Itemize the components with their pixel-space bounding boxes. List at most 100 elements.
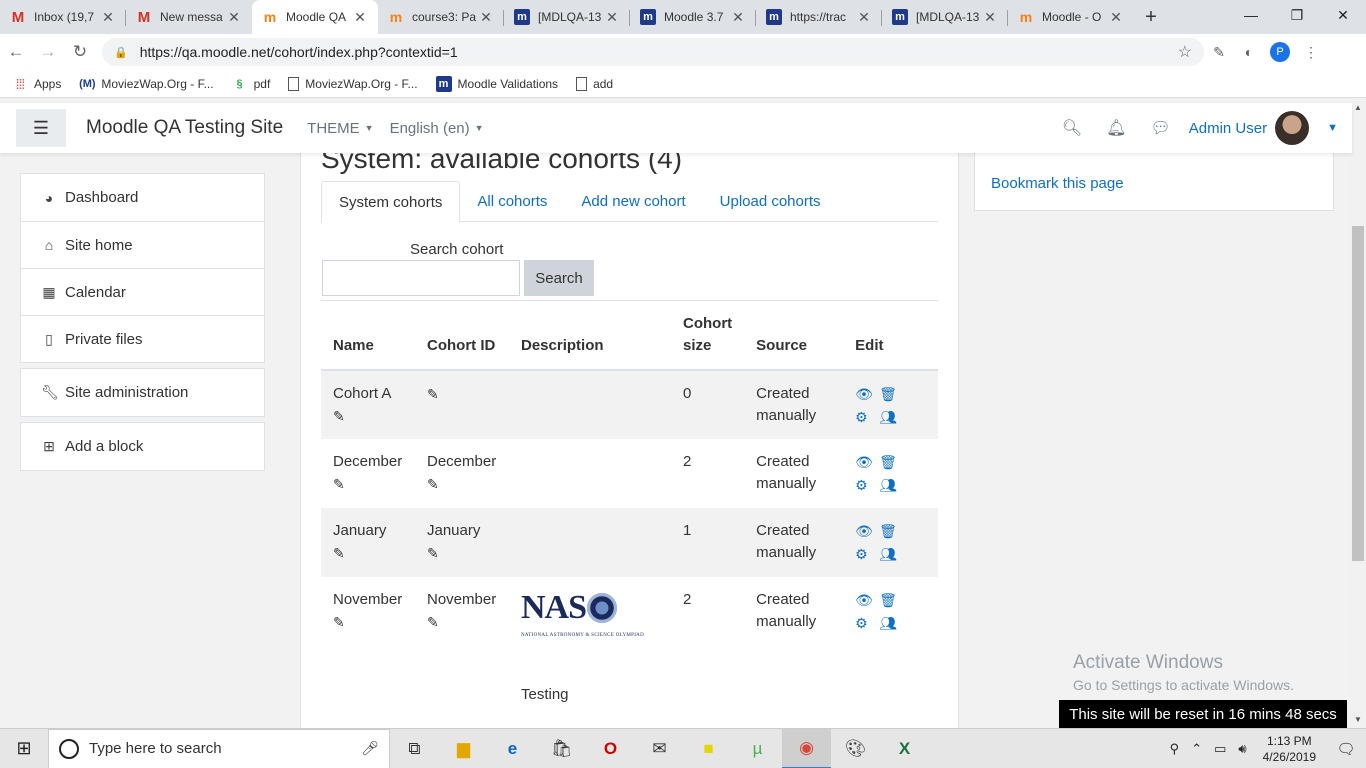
edit-pencil-icon[interactable]: ✎: [427, 542, 439, 564]
bookmark-moviezwap[interactable]: (M) MoviezWap.Org - F...: [79, 76, 214, 92]
battery-icon[interactable]: ▭: [1214, 741, 1226, 757]
bookmark-pdf[interactable]: § pdf: [232, 76, 271, 92]
eye-icon[interactable]: 👁︎: [855, 383, 879, 405]
users-icon[interactable]: 👥︎: [879, 474, 903, 496]
edit-pencil-icon[interactable]: ✎: [333, 542, 345, 564]
close-tab-icon[interactable]: ✕: [1108, 9, 1124, 26]
browser-tab[interactable]: M New messa ✕: [126, 0, 252, 34]
trash-icon[interactable]: 🗑︎: [879, 589, 903, 611]
close-tab-icon[interactable]: ✕: [478, 9, 494, 26]
edit-pencil-icon[interactable]: ✎: [333, 611, 345, 633]
sticky-notes-icon[interactable]: ■: [684, 729, 733, 768]
bookmark-this-page-link[interactable]: Bookmark this page: [991, 175, 1124, 192]
nav-item-private-files[interactable]: ▯ Private files: [21, 315, 264, 362]
bookmark-apps[interactable]: ⁞⁞⁞ Apps: [12, 76, 62, 92]
browser-tab-active[interactable]: m Moodle QA ✕: [252, 0, 378, 34]
back-icon[interactable]: ←: [0, 36, 32, 68]
mail-icon[interactable]: ✉: [635, 729, 684, 768]
paint-icon[interactable]: 🎨︎: [831, 729, 880, 768]
bookmark-add[interactable]: add: [576, 76, 613, 91]
close-tab-icon[interactable]: ✕: [856, 9, 872, 26]
users-icon[interactable]: 👥︎: [879, 612, 903, 634]
header-name[interactable]: Name: [321, 313, 415, 371]
edit-pencil-icon[interactable]: ✎: [427, 611, 439, 633]
browser-tab[interactable]: m Moodle - O ✕: [1008, 0, 1134, 34]
header-cohort-id[interactable]: Cohort ID: [415, 313, 509, 371]
trash-icon[interactable]: 🗑︎: [879, 520, 903, 542]
tab-system-cohorts[interactable]: System cohorts: [321, 181, 461, 223]
notification-icon[interactable]: 🗨︎: [1326, 740, 1366, 758]
forward-icon[interactable]: →: [32, 36, 64, 68]
browser-tab[interactable]: m [MDLQA-13 ✕: [882, 0, 1008, 34]
reload-icon[interactable]: ↻: [64, 36, 96, 68]
browser-tab[interactable]: m https://trac ✕: [756, 0, 882, 34]
edit-pencil-icon[interactable]: ✎: [333, 473, 345, 495]
chevron-up-icon[interactable]: ⌃: [1191, 741, 1202, 757]
close-tab-icon[interactable]: ✕: [226, 9, 242, 26]
browser-tab[interactable]: M Inbox (19,7 ✕: [0, 0, 126, 34]
edit-pencil-icon[interactable]: ✎: [333, 405, 345, 427]
eye-icon[interactable]: 👁︎: [855, 520, 879, 542]
clock[interactable]: 1:13 PM 4/26/2019: [1263, 733, 1316, 765]
opera-icon[interactable]: O: [586, 729, 635, 768]
store-icon[interactable]: 🛍︎: [537, 729, 586, 768]
browser-tab[interactable]: m [MDLQA-13 ✕: [504, 0, 630, 34]
theme-menu[interactable]: THEME ▼: [307, 120, 373, 137]
close-tab-icon[interactable]: ✕: [982, 9, 998, 26]
search-button[interactable]: Search: [524, 260, 594, 296]
volume-icon[interactable]: 🔊︎: [1238, 741, 1246, 757]
task-view-icon[interactable]: ⧉: [390, 729, 439, 768]
tab-add-new-cohort[interactable]: Add new cohort: [564, 181, 702, 222]
site-name[interactable]: Moodle QA Testing Site: [86, 117, 283, 139]
edge-icon[interactable]: e: [488, 729, 537, 768]
user-menu-caret-icon[interactable]: ▼: [1327, 122, 1338, 134]
close-window-icon[interactable]: ✕: [1320, 0, 1366, 30]
browser-tab[interactable]: m course3: Pa ✕: [378, 0, 504, 34]
extension-icon[interactable]: ◐: [1234, 37, 1264, 67]
browser-tab[interactable]: m Moodle 3.7 ✕: [630, 0, 756, 34]
gear-icon[interactable]: ⚙: [855, 612, 879, 634]
gear-icon[interactable]: ⚙: [855, 543, 879, 565]
trash-icon[interactable]: 🗑︎: [879, 383, 903, 405]
people-icon[interactable]: ⚲: [1170, 741, 1180, 757]
maximize-icon[interactable]: ❐: [1274, 0, 1320, 30]
close-tab-icon[interactable]: ✕: [730, 9, 746, 26]
users-icon[interactable]: 👥︎: [879, 406, 903, 428]
gear-icon[interactable]: ⚙: [855, 474, 879, 496]
language-menu[interactable]: English (en) ▼: [390, 120, 484, 137]
taskbar-search[interactable]: Type here to search 🎤︎: [48, 728, 390, 768]
close-tab-icon[interactable]: ✕: [100, 9, 116, 26]
chrome-icon[interactable]: ◉: [782, 728, 831, 768]
scroll-down-icon[interactable]: ▼: [1350, 712, 1366, 726]
nav-item-add-block[interactable]: ⊞ Add a block: [21, 423, 264, 470]
chrome-menu-icon[interactable]: ⋮: [1296, 37, 1326, 67]
bookmark-star-icon[interactable]: ☆: [1178, 42, 1192, 62]
close-tab-icon[interactable]: ✕: [604, 9, 620, 26]
eye-icon[interactable]: 👁︎: [855, 589, 879, 611]
trash-icon[interactable]: 🗑︎: [879, 451, 903, 473]
profile-avatar[interactable]: P: [1270, 42, 1290, 62]
nav-item-site-administration[interactable]: 🔧︎ Site administration: [21, 369, 264, 416]
hamburger-menu-icon[interactable]: ☰: [16, 109, 66, 147]
search-cohort-input[interactable]: [322, 260, 520, 296]
user-name[interactable]: Admin User: [1189, 120, 1267, 137]
windows-start-icon[interactable]: ⊞: [0, 729, 48, 768]
tab-upload-cohorts[interactable]: Upload cohorts: [703, 181, 838, 222]
address-bar[interactable]: 🔒 https://qa.moodle.net/cohort/index.php…: [102, 38, 1204, 66]
gear-icon[interactable]: ⚙: [855, 406, 879, 428]
tab-all-cohorts[interactable]: All cohorts: [460, 181, 564, 222]
page-scrollbar[interactable]: ▲ ▼: [1350, 98, 1366, 728]
excel-icon[interactable]: X: [880, 729, 929, 768]
nav-item-site-home[interactable]: ⌂ Site home: [21, 221, 264, 268]
edit-pencil-icon[interactable]: ✎: [427, 473, 439, 495]
minimize-icon[interactable]: —: [1228, 0, 1274, 30]
eye-icon[interactable]: 👁︎: [855, 451, 879, 473]
file-explorer-icon[interactable]: ▆: [439, 729, 488, 768]
nav-item-calendar[interactable]: ▦ Calendar: [21, 268, 264, 315]
bookmark-moodle-validations[interactable]: m Moodle Validations: [435, 75, 558, 92]
scrollbar-thumb[interactable]: [1352, 226, 1364, 561]
edit-pencil-icon[interactable]: ✎: [427, 383, 439, 405]
bell-icon[interactable]: 🔔︎: [1106, 118, 1126, 138]
user-avatar[interactable]: [1275, 111, 1310, 145]
nav-item-dashboard[interactable]: ◕ Dashboard: [21, 174, 264, 221]
